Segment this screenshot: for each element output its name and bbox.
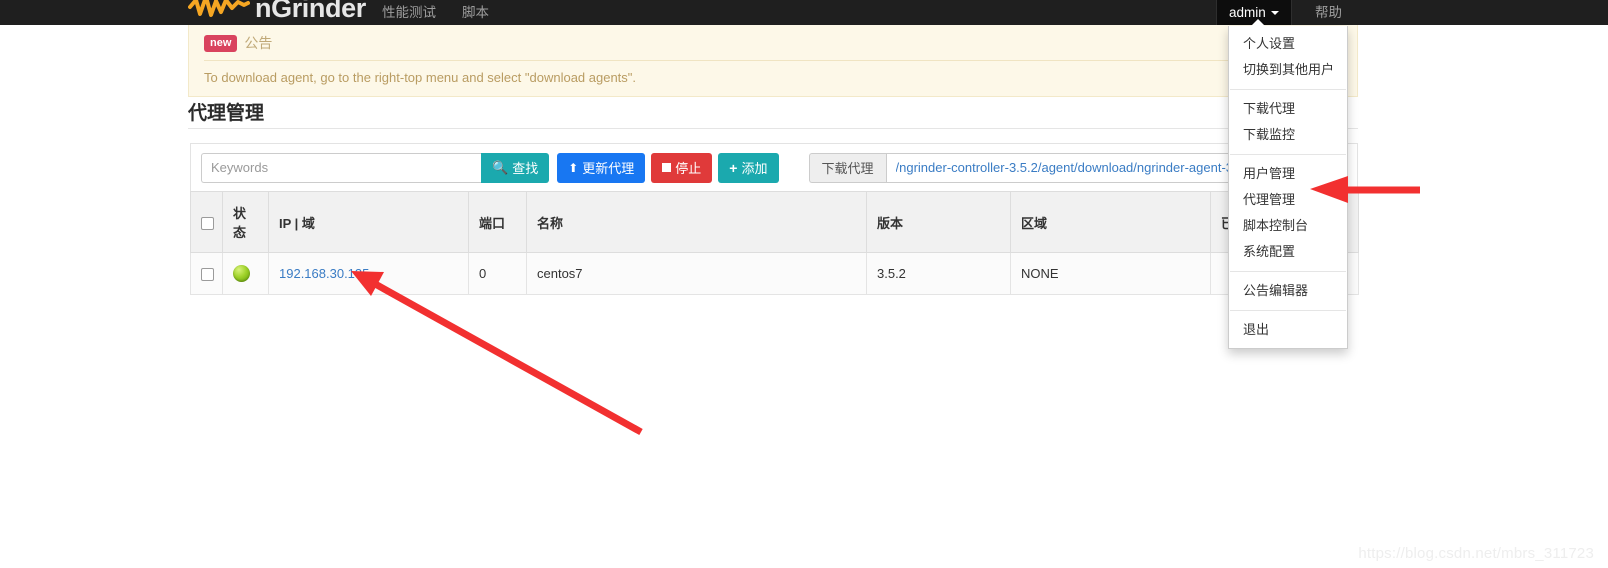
- search-button[interactable]: 🔍 查找: [481, 152, 550, 183]
- row-name-cell: centos7: [526, 252, 867, 296]
- arrow-to-agent-row: [351, 271, 643, 436]
- announcement-header: new 公告: [204, 33, 1342, 61]
- nav-script[interactable]: 脚本: [452, 0, 499, 25]
- announcement-banner: new 公告 To download agent, go to the righ…: [188, 25, 1358, 97]
- status-badge: new: [204, 34, 238, 52]
- dropdown-divider: [1230, 89, 1346, 90]
- stop-square-icon: [662, 163, 672, 172]
- dropdown-item-download-agent[interactable]: 下载代理: [1229, 96, 1347, 122]
- announcement-body: To download agent, go to the right-top m…: [204, 70, 637, 85]
- header-port[interactable]: 端口: [468, 191, 527, 253]
- stop-button[interactable]: 停止: [651, 152, 713, 183]
- row-ip-cell: 192.168.30.135: [268, 252, 469, 296]
- header-version[interactable]: 版本: [866, 191, 1011, 253]
- row-port-cell: 0: [468, 252, 527, 296]
- agent-ip-link[interactable]: 192.168.30.135: [279, 266, 369, 281]
- dropdown-divider: [1230, 271, 1346, 272]
- update-agent-label: 更新代理: [582, 161, 635, 176]
- update-agent-button[interactable]: ⬆ 更新代理: [557, 152, 646, 183]
- row-region-cell: NONE: [1010, 252, 1211, 296]
- stop-label: 停止: [675, 161, 702, 176]
- nav-help[interactable]: 帮助: [1305, 0, 1352, 25]
- brand-text: nGrinder: [255, 0, 366, 23]
- arrow-up-icon: ⬆: [568, 160, 579, 175]
- dropdown-item-profile[interactable]: 个人设置: [1229, 31, 1347, 57]
- dropdown-item-user-management[interactable]: 用户管理: [1229, 161, 1347, 187]
- search-button-label: 查找: [512, 161, 539, 176]
- dropdown-caret-icon: [1251, 19, 1265, 26]
- dropdown-item-logout[interactable]: 退出: [1229, 317, 1347, 343]
- agent-toolbar: 🔍 查找 ⬆ 更新代理 停止 + 添加 下载代理: [190, 143, 1358, 191]
- download-agent-label: 下载代理: [808, 152, 886, 183]
- nav-performance-test[interactable]: 性能测试: [372, 0, 446, 25]
- dropdown-item-system-config[interactable]: 系统配置: [1229, 239, 1347, 265]
- top-navbar: nGrinder 性能测试 脚本 admin 帮助: [0, 0, 1608, 25]
- table-header-row: 状态 IP | 域 端口 名称 版本 区域 已: [190, 191, 1359, 253]
- header-name[interactable]: 名称: [526, 191, 867, 253]
- chevron-down-icon: [1270, 10, 1279, 15]
- dropdown-item-switch-user[interactable]: 切换到其他用户: [1229, 57, 1347, 83]
- dropdown-divider: [1230, 310, 1346, 311]
- select-all-checkbox[interactable]: [201, 216, 214, 230]
- title-divider: [188, 128, 1358, 129]
- search-input[interactable]: [201, 152, 481, 183]
- header-ip-domain[interactable]: IP | 域: [268, 191, 469, 253]
- header-select-all: [190, 191, 223, 253]
- brand-logo-link[interactable]: nGrinder: [188, 0, 366, 25]
- search-icon: 🔍: [492, 160, 509, 175]
- dropdown-item-script-console[interactable]: 脚本控制台: [1229, 213, 1347, 239]
- plus-icon: +: [729, 159, 738, 176]
- search-group: 🔍 查找: [201, 152, 550, 183]
- row-state-cell: [222, 252, 269, 296]
- table-row: 192.168.30.135 0 centos7 3.5.2 NONE: [190, 252, 1359, 296]
- waveform-logo-icon: [188, 0, 250, 23]
- page-title: 代理管理: [188, 103, 265, 124]
- agent-table: 状态 IP | 域 端口 名称 版本 区域 已 192.168.30.135 0…: [190, 191, 1359, 296]
- row-version-cell: 3.5.2: [866, 252, 1011, 296]
- admin-dropdown-menu: 个人设置 切换到其他用户 下载代理 下载监控 用户管理 代理管理 脚本控制台 系…: [1228, 19, 1348, 349]
- row-select-cell: [190, 252, 223, 296]
- dropdown-item-announcement-editor[interactable]: 公告编辑器: [1229, 278, 1347, 304]
- add-button[interactable]: + 添加: [718, 152, 779, 183]
- dropdown-item-agent-management[interactable]: 代理管理: [1229, 187, 1347, 213]
- header-region[interactable]: 区域: [1010, 191, 1211, 253]
- header-state[interactable]: 状态: [222, 191, 269, 253]
- watermark: https://blog.csdn.net/mbrs_311723: [1358, 545, 1594, 562]
- row-checkbox[interactable]: [201, 268, 214, 282]
- announcement-title: 公告: [244, 35, 273, 51]
- add-label: 添加: [741, 161, 768, 176]
- dropdown-divider: [1230, 154, 1346, 155]
- green-status-dot-icon: [233, 265, 250, 283]
- dropdown-item-download-monitor[interactable]: 下载监控: [1229, 122, 1347, 148]
